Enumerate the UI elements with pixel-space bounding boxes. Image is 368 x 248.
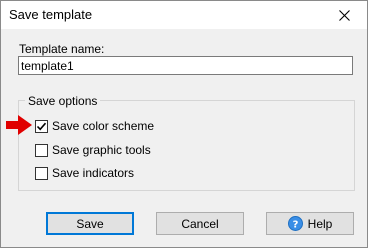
window-title: Save template: [9, 7, 93, 22]
save-indicators-label: Save indicators: [52, 166, 135, 180]
save-indicators-option[interactable]: Save indicators: [35, 166, 134, 180]
svg-text:?: ?: [292, 219, 298, 230]
title-bar: Save template: [1, 1, 367, 29]
help-button[interactable]: ? Help: [266, 212, 354, 235]
save-color-scheme-checkbox[interactable]: [35, 119, 48, 133]
help-button-label: Help: [307, 216, 333, 231]
save-indicators-checkbox[interactable]: [35, 166, 48, 180]
save-graphic-tools-label: Save graphic tools: [52, 143, 151, 157]
help-icon: ?: [287, 216, 303, 231]
checkmark-icon: [36, 122, 47, 130]
close-button[interactable]: [321, 1, 367, 29]
red-arrow-icon: [6, 115, 32, 135]
close-icon: [338, 9, 350, 21]
template-name-input[interactable]: [18, 56, 353, 75]
template-name-label: Template name:: [19, 42, 105, 56]
save-options-label: Save options: [25, 94, 101, 108]
cancel-button[interactable]: Cancel: [156, 212, 244, 235]
save-button[interactable]: Save: [46, 212, 134, 235]
save-graphic-tools-option[interactable]: Save graphic tools: [35, 143, 151, 157]
save-graphic-tools-checkbox[interactable]: [35, 143, 48, 157]
save-color-scheme-label: Save color scheme: [52, 119, 155, 133]
save-color-scheme-option[interactable]: Save color scheme: [35, 119, 154, 133]
